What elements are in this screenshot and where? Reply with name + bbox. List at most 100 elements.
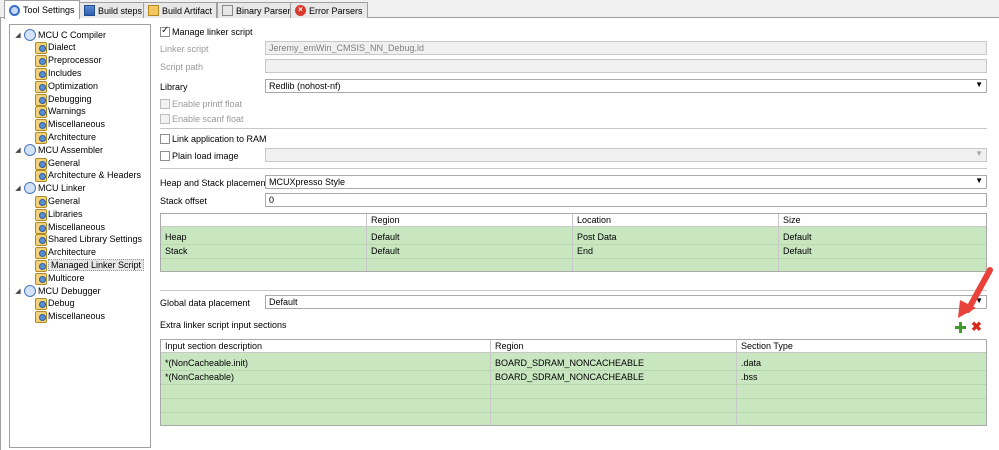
tab-binary-parsers[interactable]: Binary Parsers xyxy=(217,2,301,18)
tree-item[interactable]: Architecture xyxy=(34,246,96,260)
tab-build-artifact[interactable]: Build Artifact xyxy=(143,2,218,18)
table-cell[interactable]: BOARD_SDRAM_NONCACHEABLE xyxy=(495,372,644,382)
table-cell[interactable]: Stack xyxy=(165,246,188,256)
tree-expand-icon[interactable]: ◢ xyxy=(14,31,22,39)
tree-item-label: Libraries xyxy=(48,208,83,219)
table-cell[interactable]: *(NonCacheable.init) xyxy=(165,358,248,368)
heap-stack-placement-label: Heap and Stack placement xyxy=(160,178,269,188)
table-cell[interactable]: Heap xyxy=(165,232,187,242)
tree-item-label: MCU Assembler xyxy=(38,144,104,155)
tree-item[interactable]: Includes xyxy=(34,66,82,80)
tree-item[interactable]: Architecture xyxy=(34,130,96,144)
tree-item-label: General xyxy=(48,195,81,206)
global-data-placement-label: Global data placement xyxy=(160,298,251,308)
link-to-ram-label: Link application to RAM xyxy=(172,134,267,144)
tree-item[interactable]: General xyxy=(34,194,81,208)
tree-item-label: Architecture & Headers xyxy=(48,170,142,181)
tree-item[interactable]: Warnings xyxy=(34,105,86,119)
tree-item[interactable]: Shared Library Settings xyxy=(34,233,142,247)
plain-load-image-select[interactable]: ▼ xyxy=(265,148,987,162)
tree-item[interactable]: Miscellaneous xyxy=(34,118,106,132)
tab-build-steps[interactable]: Build steps xyxy=(79,2,148,18)
tree-item[interactable]: Debug xyxy=(34,297,75,311)
tool-category-icon xyxy=(24,28,36,41)
table-cell[interactable]: End xyxy=(577,246,593,256)
tab-bar: Tool Settings Build steps Build Artifact… xyxy=(0,0,999,19)
script-path-field[interactable] xyxy=(265,59,987,73)
add-icon[interactable] xyxy=(955,322,966,333)
settings-page-icon xyxy=(34,310,47,324)
script-path-label: Script path xyxy=(160,62,204,72)
table-cell[interactable]: Post Data xyxy=(577,232,617,242)
tree-item[interactable]: Dialect xyxy=(34,41,76,55)
heap-stack-placement-select[interactable]: MCUXpresso Style ▼ xyxy=(265,175,987,189)
tree-item[interactable]: Debugging xyxy=(34,92,92,106)
column-separator xyxy=(366,214,367,271)
link-to-ram-checkbox[interactable] xyxy=(160,134,170,144)
row-separator xyxy=(161,384,986,385)
tool-category-icon xyxy=(24,284,36,297)
enable-printf-float-checkbox[interactable] xyxy=(160,99,170,109)
table-cell[interactable]: .data xyxy=(741,358,761,368)
table-cell[interactable]: .bss xyxy=(741,372,758,382)
tree-item[interactable]: ◢ MCU Linker xyxy=(14,182,86,195)
table-cell[interactable]: *(NonCacheable) xyxy=(165,372,234,382)
tree-item-label: Debug xyxy=(48,298,75,309)
column-separator xyxy=(572,214,573,271)
table-cell[interactable]: Default xyxy=(783,246,812,256)
table-cell[interactable]: Default xyxy=(783,232,812,242)
tree-item[interactable]: Preprocessor xyxy=(34,54,102,68)
table-header: Input section description Region Section… xyxy=(161,340,986,353)
divider xyxy=(160,168,987,169)
linker-script-label: Linker script xyxy=(160,44,209,54)
chevron-down-icon: ▼ xyxy=(975,176,983,185)
tab-error-parsers[interactable]: × Error Parsers xyxy=(290,2,368,18)
settings-page-icon xyxy=(34,297,47,311)
library-select[interactable]: Redlib (nohost-nf) ▼ xyxy=(265,79,987,93)
linker-script-field[interactable]: Jeremy_emWin_CMSIS_NN_Debug.ld xyxy=(265,41,987,55)
binary-parsers-icon xyxy=(222,5,233,16)
tab-label: Build steps xyxy=(98,5,143,16)
tree-item-label: MCU Debugger xyxy=(38,285,101,296)
extra-sections-label: Extra linker script input sections xyxy=(160,320,287,330)
enable-scanf-float-checkbox[interactable] xyxy=(160,114,170,124)
manage-linker-script-checkbox[interactable] xyxy=(160,25,170,37)
tree-item[interactable]: Multicore xyxy=(34,271,85,285)
table-cell[interactable]: Default xyxy=(371,232,400,242)
tree-item[interactable]: ◢ MCU Debugger xyxy=(14,284,101,297)
settings-page-icon xyxy=(34,259,47,272)
remove-icon[interactable]: ✖ xyxy=(971,320,982,333)
tree-expand-icon[interactable]: ◢ xyxy=(14,287,22,295)
tree-item[interactable]: Miscellaneous xyxy=(34,220,105,234)
tree-item-label: Managed Linker Script xyxy=(48,258,145,271)
tree-item[interactable]: Miscellaneous xyxy=(34,310,105,324)
tree-item[interactable]: Architecture & Headers xyxy=(34,169,142,183)
tree-item-label: Miscellaneous xyxy=(48,119,106,130)
tree-item[interactable]: Optimization xyxy=(34,79,98,93)
tree-item[interactable]: Managed Linker Script xyxy=(34,258,145,272)
plain-load-image-checkbox[interactable] xyxy=(160,151,170,161)
global-data-placement-value: Default xyxy=(269,297,298,307)
build-artifact-icon xyxy=(148,5,159,16)
tree-item-label: General xyxy=(48,157,81,168)
tree-item[interactable]: Libraries xyxy=(34,207,83,221)
library-value: Redlib (nohost-nf) xyxy=(269,81,341,91)
table-header: Region Location Size xyxy=(161,214,986,227)
table-cell[interactable]: BOARD_SDRAM_NONCACHEABLE xyxy=(495,358,644,368)
column-header: Location xyxy=(577,215,612,225)
column-header: Region xyxy=(371,215,400,225)
table-cell[interactable]: Default xyxy=(371,246,400,256)
tree-item[interactable]: General xyxy=(34,156,81,170)
tree-item[interactable]: ◢ MCU Assembler xyxy=(14,143,103,156)
tree-item-label: Warnings xyxy=(48,106,86,117)
tab-tool-settings[interactable]: Tool Settings xyxy=(4,0,80,19)
global-data-placement-select[interactable]: Default ▼ xyxy=(265,295,987,309)
tree-expand-icon[interactable]: ◢ xyxy=(14,146,22,154)
tree-expand-icon[interactable]: ◢ xyxy=(14,184,22,192)
row-separator xyxy=(161,244,986,245)
settings-page-icon xyxy=(34,195,47,208)
tab-label: Error Parsers xyxy=(309,5,363,16)
stack-offset-field[interactable]: 0 xyxy=(265,193,987,207)
tree-item[interactable]: ◢ MCU C Compiler xyxy=(14,28,106,41)
heap-stack-table: Region Location Size Heap Default Post D… xyxy=(160,213,987,272)
